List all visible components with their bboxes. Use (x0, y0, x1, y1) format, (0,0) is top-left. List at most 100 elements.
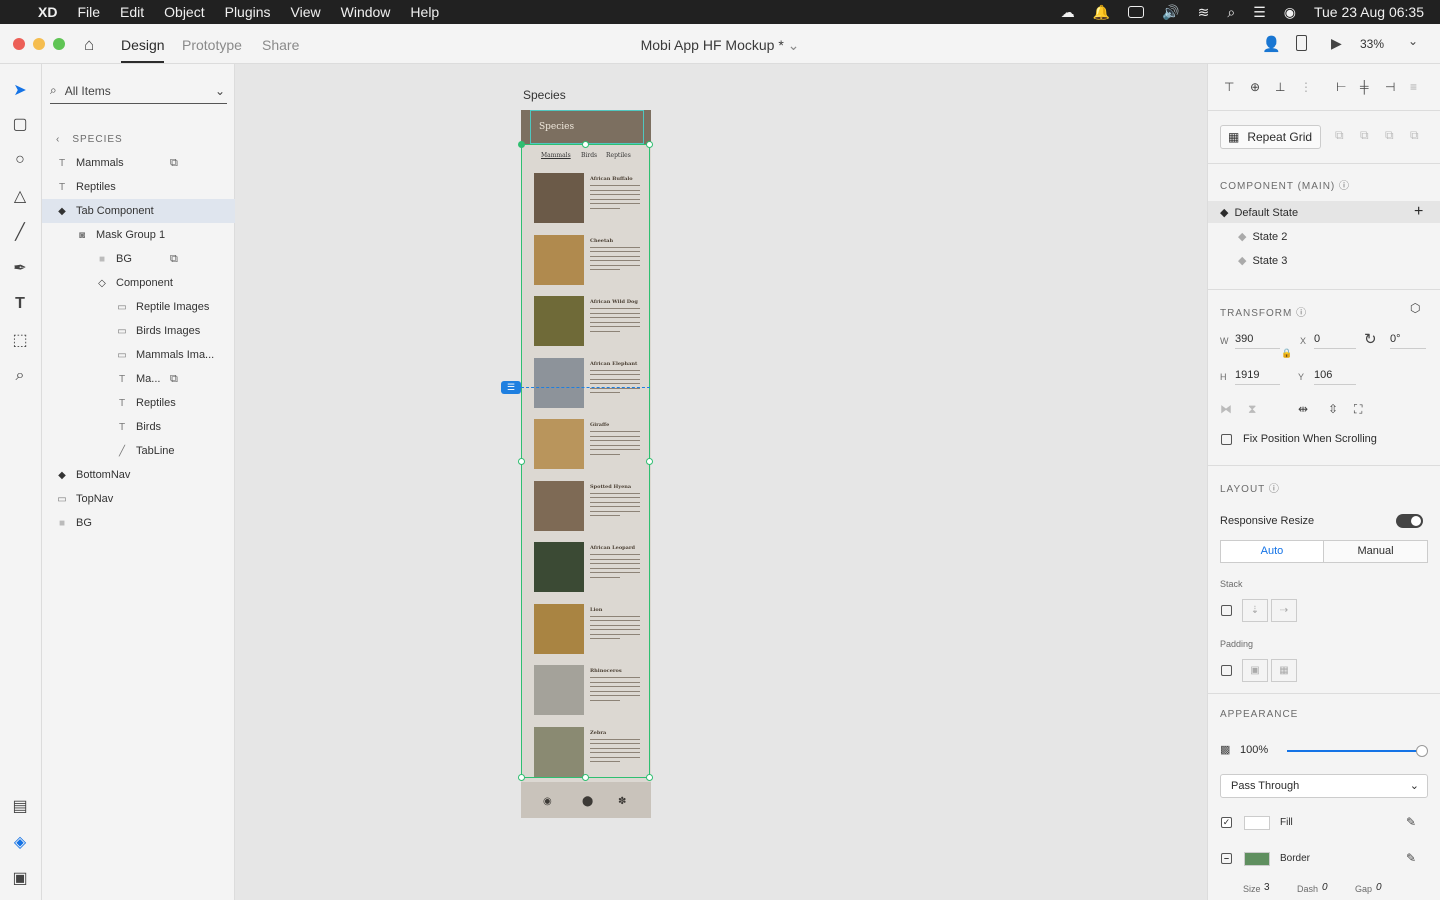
zoom-level[interactable]: 33% (1360, 37, 1384, 51)
stack-vertical-icon[interactable]: ⇣ (1242, 599, 1268, 622)
menu-edit[interactable]: Edit (120, 4, 144, 20)
flip-horizontal-icon[interactable]: ⧓ (1220, 402, 1232, 416)
notification-icon[interactable]: 🔔 (1093, 4, 1110, 21)
eyedropper-icon[interactable]: ✎ (1406, 815, 1416, 829)
device-preview-icon[interactable] (1296, 35, 1307, 51)
select-tool-icon[interactable]: ➤ (10, 80, 30, 100)
siri-icon[interactable]: ◉ (1284, 4, 1296, 21)
opacity-value[interactable]: 100% (1240, 744, 1268, 756)
layer-item-tab-component[interactable]: ◆ Tab Component (42, 199, 235, 223)
dash-input[interactable]: 0 (1322, 882, 1328, 893)
line-tool-icon[interactable]: ╱ (10, 222, 30, 242)
info-icon[interactable]: ⓘ (1339, 181, 1350, 192)
document-title[interactable]: Mobi App HF Mockup * ⌄ (540, 37, 900, 54)
padding-checkbox[interactable] (1221, 665, 1232, 676)
boolean-exclude-icon[interactable]: ⧉ (1410, 128, 1419, 143)
close-window-button[interactable] (13, 38, 25, 50)
align-bottom-icon[interactable]: ⊥ (1275, 80, 1285, 94)
location-pin-icon[interactable]: ⬤ (582, 796, 593, 807)
flip-vertical-icon[interactable]: ⧗ (1248, 402, 1256, 417)
fit-both-icon[interactable]: ⛶ (1354, 402, 1362, 417)
menu-object[interactable]: Object (164, 4, 204, 20)
menu-file[interactable]: File (77, 4, 100, 20)
wifi-icon[interactable]: ≋ (1198, 4, 1210, 21)
resize-handle[interactable] (582, 141, 589, 148)
clock[interactable]: Tue 23 Aug 06:35 (1314, 4, 1424, 20)
opacity-slider[interactable] (1287, 750, 1421, 752)
polygon-tool-icon[interactable]: △ (10, 186, 30, 206)
artboard-label[interactable]: Species (523, 88, 566, 102)
resize-handle[interactable] (582, 774, 589, 781)
layer-item-reptiles-text[interactable]: T Reptiles (42, 391, 235, 415)
menu-xd[interactable]: XD (38, 4, 57, 20)
fit-width-icon[interactable]: ⇹ (1298, 402, 1308, 416)
layer-item-birds[interactable]: T Birds (42, 415, 235, 439)
padding-individual-icon[interactable]: ▦ (1271, 659, 1297, 682)
menu-plugins[interactable]: Plugins (225, 4, 271, 20)
menu-window[interactable]: Window (341, 4, 391, 20)
stack-checkbox[interactable] (1221, 605, 1232, 616)
stack-horizontal-icon[interactable]: ⇢ (1271, 599, 1297, 622)
size-input[interactable]: 3 (1264, 882, 1270, 893)
resize-handle[interactable] (518, 458, 525, 465)
align-center-icon[interactable]: ╪ (1360, 80, 1369, 94)
control-center-icon[interactable]: ☰ (1253, 4, 1266, 21)
resize-handle[interactable] (646, 458, 653, 465)
fill-checkbox[interactable]: ✓ (1221, 817, 1232, 828)
zoom-chevron-icon[interactable]: ⌄ (1408, 34, 1418, 48)
spotlight-icon[interactable]: ⌕ (1227, 4, 1235, 21)
play-icon[interactable]: ▶ (1331, 35, 1342, 52)
layer-item-bg[interactable]: ■ BG ⧉ (42, 247, 235, 271)
gap-input[interactable]: 0 (1376, 882, 1382, 893)
layer-item-component[interactable]: ◇ Component (42, 271, 235, 295)
blend-mode-select[interactable]: Pass Through ⌄ (1220, 774, 1428, 798)
info-icon[interactable]: ⓘ (1296, 308, 1307, 319)
layer-item-mask-group[interactable]: ◙ Mask Group 1 (42, 223, 235, 247)
layer-item-topnav[interactable]: ▭ TopNav (42, 487, 235, 511)
auto-button[interactable]: Auto (1220, 540, 1324, 563)
layers-filter[interactable]: ⌕ All Items ⌄ (50, 78, 227, 104)
battery-icon[interactable] (1128, 6, 1145, 18)
scroll-group-icon[interactable]: ☰ (501, 381, 521, 394)
distribute-vertical-icon[interactable]: ⋮ (1300, 80, 1312, 94)
width-input[interactable]: 390 (1235, 333, 1280, 349)
tab-prototype[interactable]: Prototype (182, 37, 242, 53)
resize-handle[interactable] (646, 774, 653, 781)
state-3[interactable]: ◆ State 3 (1238, 254, 1287, 267)
boolean-intersect-icon[interactable]: ⧉ (1385, 128, 1394, 143)
opacity-slider-thumb[interactable] (1416, 745, 1428, 757)
tab-design[interactable]: Design (121, 37, 165, 53)
x-input[interactable]: 0 (1314, 333, 1356, 349)
creative-cloud-icon[interactable]: ☁ (1061, 4, 1075, 21)
rotation-input[interactable]: 0° (1390, 333, 1426, 349)
layer-item-ma[interactable]: T Ma... ⧉ (42, 367, 235, 391)
boolean-subtract-icon[interactable]: ⧉ (1360, 128, 1369, 143)
ellipse-tool-icon[interactable]: ○ (10, 150, 30, 170)
3d-transform-icon[interactable]: ⬡ (1410, 301, 1420, 315)
share-user-icon[interactable]: 👤 (1262, 35, 1281, 53)
menu-help[interactable]: Help (410, 4, 439, 20)
layer-item-birds-images[interactable]: ▭ Birds Images (42, 319, 235, 343)
boolean-add-icon[interactable]: ⧉ (1335, 128, 1344, 143)
plugins-icon[interactable]: ▣ (10, 868, 30, 888)
minimize-window-button[interactable] (33, 38, 45, 50)
rectangle-tool-icon[interactable]: ▢ (10, 114, 30, 134)
text-tool-icon[interactable]: T (10, 294, 30, 314)
manual-button[interactable]: Manual (1323, 540, 1428, 563)
zoom-tool-icon[interactable]: ⌕ (10, 366, 30, 386)
state-2[interactable]: ◆ State 2 (1238, 230, 1287, 243)
repeat-grid-button[interactable]: ▦ Repeat Grid (1220, 125, 1321, 149)
home-icon[interactable]: ⌂ (84, 35, 94, 55)
lock-aspect-icon[interactable]: 🔒 (1281, 348, 1292, 359)
info-icon[interactable]: ⓘ (1269, 484, 1280, 495)
eye-icon[interactable]: ◉ (543, 796, 552, 807)
fix-position-checkbox[interactable] (1221, 434, 1232, 445)
layer-item-bottomnav[interactable]: ◆ BottomNav (42, 463, 235, 487)
layer-item-reptile-images[interactable]: ▭ Reptile Images (42, 295, 235, 319)
y-input[interactable]: 106 (1314, 369, 1356, 385)
layers-breadcrumb[interactable]: ‹ SPECIES (42, 127, 235, 151)
volume-icon[interactable]: 🔊 (1162, 4, 1179, 21)
border-swatch[interactable] (1244, 852, 1270, 866)
layer-item-mammals-images[interactable]: ▭ Mammals Ima... (42, 343, 235, 367)
distribute-horizontal-icon[interactable]: ≡ (1410, 80, 1417, 94)
